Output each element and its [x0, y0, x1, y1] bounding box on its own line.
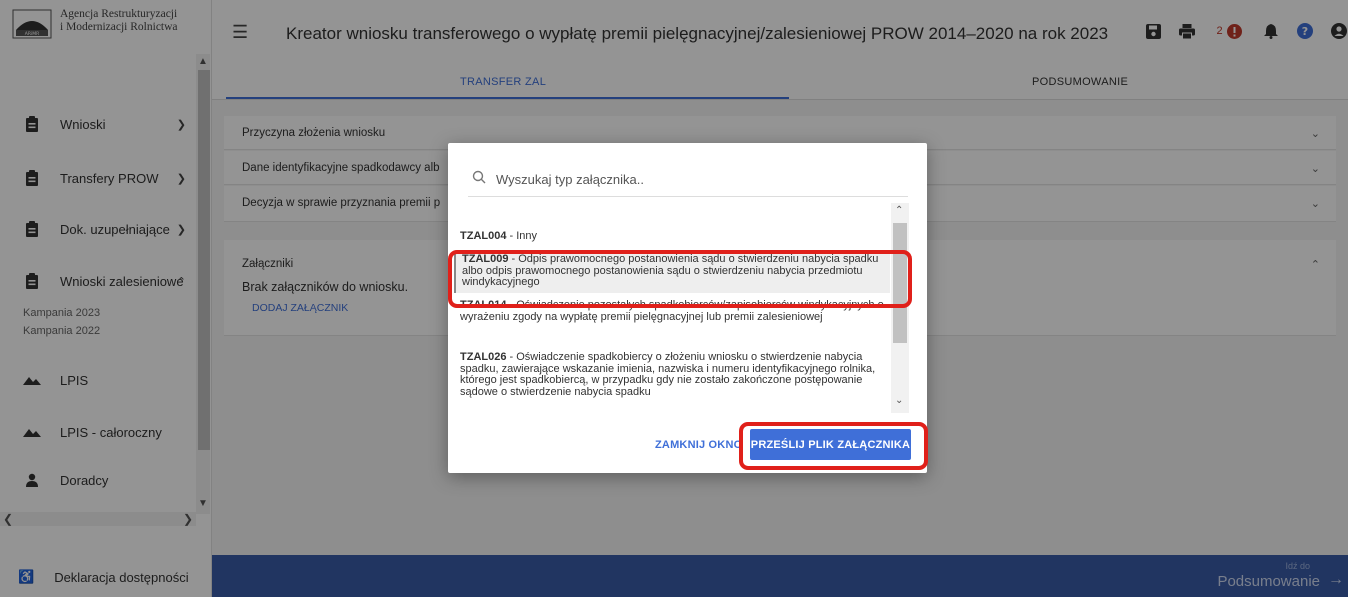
search-icon — [472, 170, 486, 189]
highlight-selected-option — [448, 250, 912, 308]
option-code: TZAL004 — [460, 230, 507, 242]
option-code: TZAL026 — [460, 351, 507, 363]
chevron-up-icon[interactable]: ⌃ — [895, 205, 903, 216]
option-text: - Oświadczenie spadkobiercy o złożeniu w… — [460, 351, 876, 398]
search-field — [468, 163, 908, 197]
list-item[interactable]: TZAL004 - Inny — [454, 230, 890, 243]
highlight-upload-button — [739, 422, 928, 470]
close-dialog-button[interactable]: ZAMKNIJ OKNO — [655, 439, 742, 451]
option-text: - Inny — [506, 230, 538, 242]
chevron-down-icon[interactable]: ⌄ — [895, 395, 903, 406]
list-item[interactable]: TZAL026 - Oświadczenie spadkobiercy o zł… — [454, 351, 890, 398]
search-input[interactable] — [496, 172, 876, 187]
